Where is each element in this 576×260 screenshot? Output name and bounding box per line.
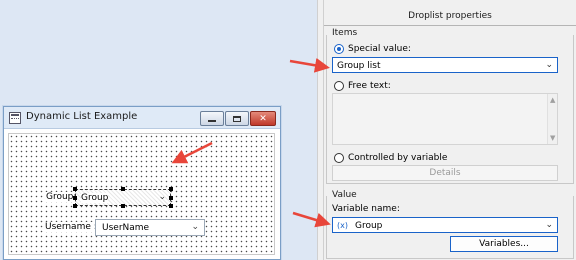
properties-panel: Droplist properties Items Special value:… xyxy=(324,0,576,260)
resize-handle[interactable] xyxy=(73,196,77,200)
free-text-label: Free text: xyxy=(348,81,391,91)
items-section-label: Items xyxy=(332,28,358,38)
scroll-down-icon[interactable]: ▼ xyxy=(550,134,555,142)
variable-name-value: Group xyxy=(355,221,383,231)
properties-title: Droplist properties xyxy=(408,11,492,21)
free-text-radio[interactable]: Free text: xyxy=(334,80,391,92)
window-titlebar[interactable]: Dynamic List Example ✕ xyxy=(4,107,280,129)
details-button[interactable]: Details xyxy=(332,165,558,181)
special-value-text: Group list xyxy=(337,61,381,71)
resize-handle[interactable] xyxy=(121,187,125,191)
special-value-label: Special value: xyxy=(348,44,411,54)
chevron-down-icon: ⌄ xyxy=(545,60,553,70)
variable-name-dropdown[interactable]: (x) Group ⌄ xyxy=(332,217,558,233)
username-droplist[interactable]: UserName ⌄ xyxy=(95,219,205,236)
value-section-label: Value xyxy=(332,190,357,200)
username-label: Username : xyxy=(44,222,98,232)
resize-handle[interactable] xyxy=(73,204,77,208)
designer-canvas: Dynamic List Example ✕ Group: Group ⌄ Us… xyxy=(0,0,317,260)
variable-icon: (x) xyxy=(337,221,348,230)
controlled-by-variable-radio[interactable]: Controlled by variable xyxy=(334,152,447,164)
scroll-up-icon[interactable]: ▲ xyxy=(550,96,555,104)
resize-handle[interactable] xyxy=(169,196,173,200)
scrollbar[interactable]: ▲ ▼ xyxy=(547,94,557,144)
window-title: Dynamic List Example xyxy=(26,111,138,122)
maximize-button[interactable] xyxy=(225,111,249,126)
maximize-icon xyxy=(233,115,241,122)
controlled-by-variable-label: Controlled by variable xyxy=(348,153,448,163)
panel-splitter[interactable] xyxy=(317,0,324,260)
close-button[interactable]: ✕ xyxy=(250,111,276,126)
variable-name-label: Variable name: xyxy=(332,204,400,214)
radio-unselected-icon xyxy=(334,153,344,163)
special-value-dropdown[interactable]: Group list ⌄ xyxy=(332,57,558,73)
radio-unselected-icon xyxy=(334,81,344,91)
chevron-down-icon: ⌄ xyxy=(545,220,553,230)
minimize-button[interactable] xyxy=(200,111,224,126)
variables-button[interactable]: Variables... xyxy=(450,236,558,252)
resize-handle[interactable] xyxy=(73,187,77,191)
resize-handle[interactable] xyxy=(169,187,173,191)
special-value-radio[interactable]: Special value: xyxy=(334,43,411,55)
free-text-area[interactable]: ▲ ▼ xyxy=(332,93,558,145)
group-droplist-selected[interactable]: Group ⌄ xyxy=(73,187,173,208)
group-droplist-value: Group xyxy=(81,193,109,203)
minimize-icon xyxy=(208,119,216,122)
resize-handle[interactable] xyxy=(169,204,173,208)
close-icon: ✕ xyxy=(259,113,267,124)
resize-handle[interactable] xyxy=(121,204,125,208)
form-design-surface[interactable]: Group: Group ⌄ Username : UserName ⌄ xyxy=(8,133,275,255)
radio-selected-icon xyxy=(334,44,344,54)
username-droplist-value: UserName xyxy=(102,223,150,233)
chevron-down-icon: ⌄ xyxy=(158,192,166,202)
properties-header: Droplist properties xyxy=(324,0,576,26)
form-icon xyxy=(9,112,21,124)
design-window: Dynamic List Example ✕ Group: Group ⌄ Us… xyxy=(3,106,281,260)
chevron-down-icon: ⌄ xyxy=(191,222,199,232)
